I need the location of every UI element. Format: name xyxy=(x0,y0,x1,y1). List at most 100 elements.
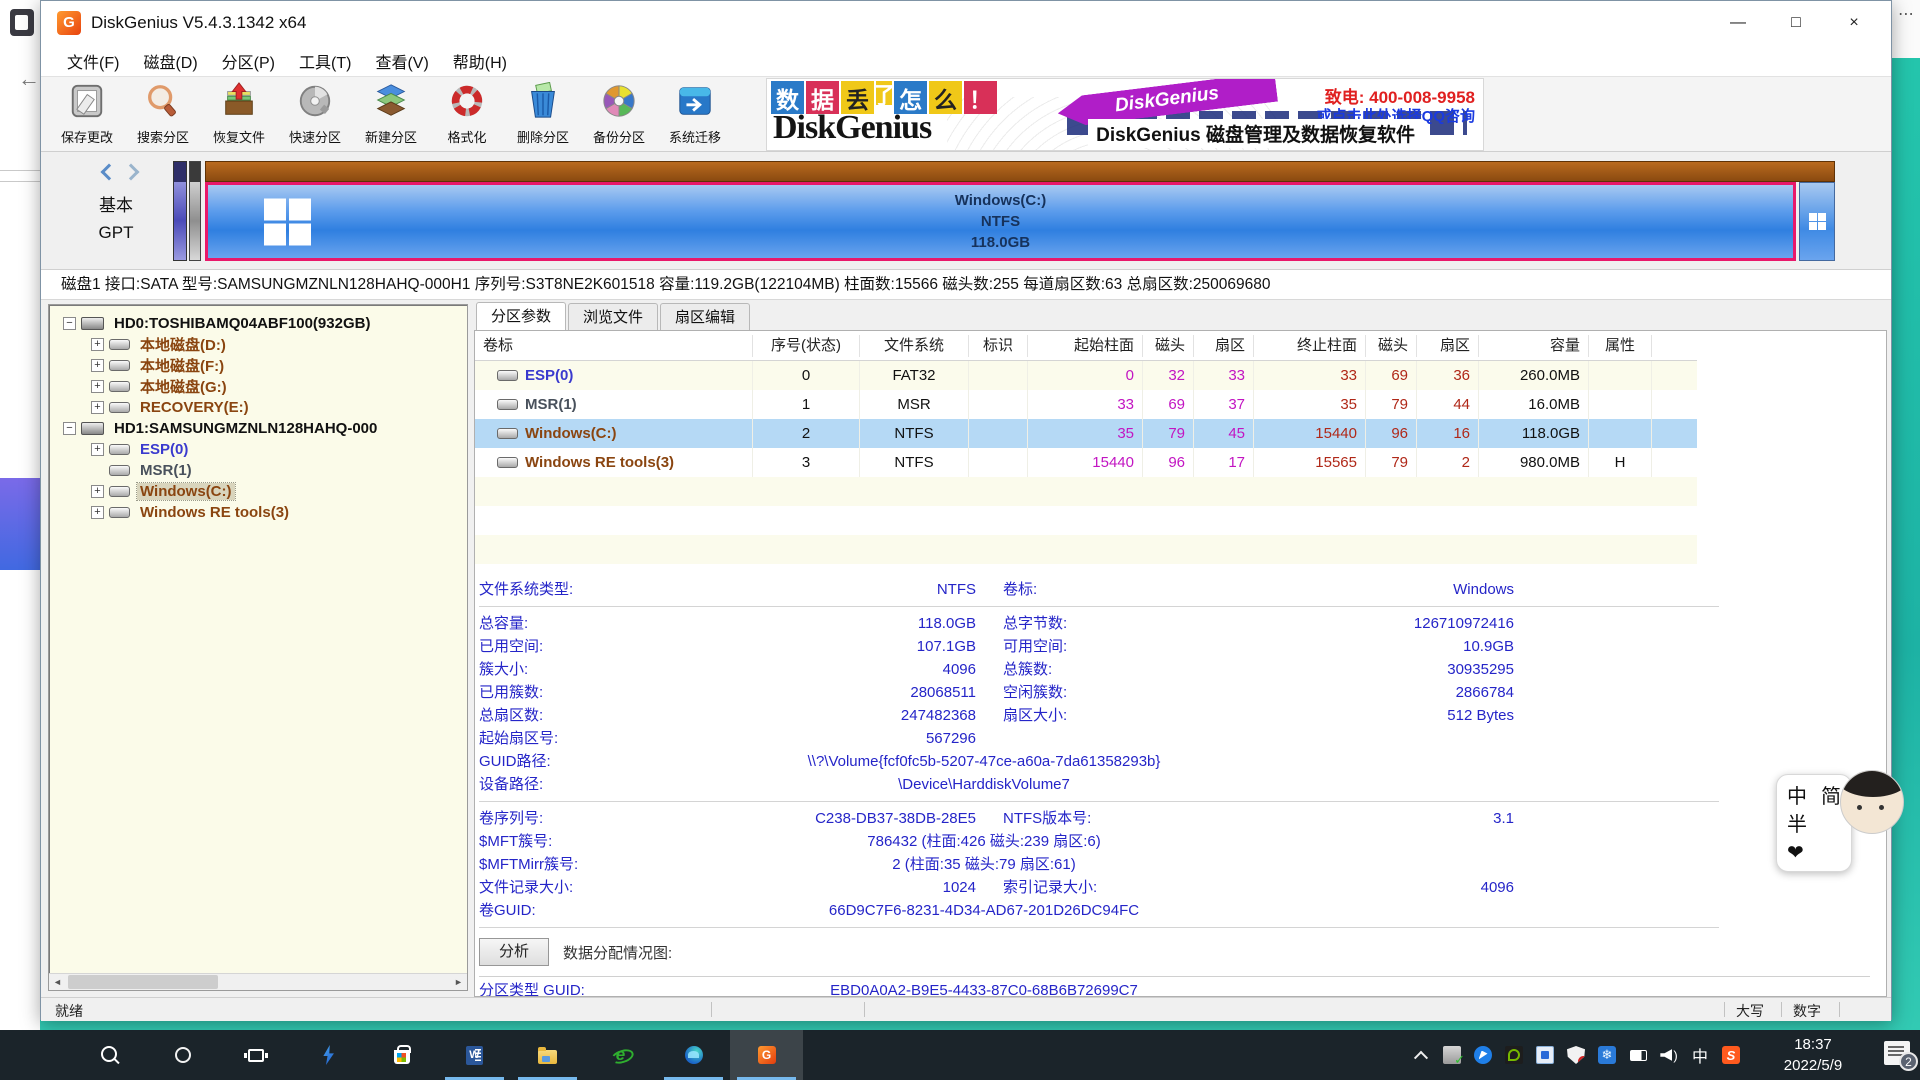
taskbar-clock[interactable]: 18:37 2022/5/9 xyxy=(1758,1034,1868,1076)
next-disk-arrow-icon[interactable] xyxy=(123,164,140,181)
partition-segment-esp[interactable] xyxy=(173,161,187,261)
prev-disk-arrow-icon[interactable] xyxy=(101,164,118,181)
backup-partition-button[interactable]: 备份分区 xyxy=(581,79,657,149)
menu-item[interactable]: 帮助(H) xyxy=(441,49,519,73)
ime-mode-simplified[interactable]: 简 xyxy=(1821,783,1841,811)
column-header[interactable]: 磁头 xyxy=(1366,335,1417,357)
column-header[interactable]: 序号(状态) xyxy=(753,335,860,357)
sogou-icon[interactable]: S xyxy=(1722,1046,1740,1064)
tree-item[interactable]: MSR(1) xyxy=(49,460,467,481)
column-header[interactable]: 容量 xyxy=(1479,335,1589,357)
scroll-right-icon[interactable]: ► xyxy=(450,974,467,990)
tree-item[interactable]: 本地磁盘(D:) xyxy=(49,334,467,355)
tree-horizontal-scrollbar[interactable]: ◄ ► xyxy=(49,973,467,990)
expand-toggle-icon[interactable] xyxy=(91,443,104,456)
app-store[interactable] xyxy=(365,1030,438,1080)
scrollbar-thumb[interactable] xyxy=(68,975,218,989)
maximize-button[interactable]: □ xyxy=(1767,1,1825,45)
recover-files-button[interactable]: 恢复文件 xyxy=(201,79,277,149)
table-row[interactable]: MSR(1) 1MSR 336937 357944 16.0MB xyxy=(475,390,1697,419)
volume-icon[interactable] xyxy=(1660,1046,1678,1064)
search-button[interactable] xyxy=(73,1030,146,1080)
partition-segment-re[interactable] xyxy=(1799,182,1835,261)
expand-toggle-icon[interactable] xyxy=(63,422,76,435)
column-header[interactable]: 起始柱面 xyxy=(1028,335,1143,357)
new-partition-button[interactable]: 新建分区 xyxy=(353,79,429,149)
menu-item[interactable]: 磁盘(D) xyxy=(131,49,209,73)
ime-mode-cn[interactable]: 中 xyxy=(1787,783,1807,811)
start-button[interactable] xyxy=(0,1030,73,1080)
tree-item[interactable]: Windows(C:) xyxy=(49,481,467,502)
ime-avatar[interactable] xyxy=(1840,770,1904,834)
task-view-button[interactable] xyxy=(219,1030,292,1080)
table-row[interactable]: Windows(C:) 2NTFS 357945 154409616 118.0… xyxy=(475,419,1697,448)
tree-item[interactable]: 本地磁盘(F:) xyxy=(49,355,467,376)
analyze-button[interactable]: 分析 xyxy=(479,938,549,966)
app-diskgenius[interactable] xyxy=(730,1030,803,1080)
action-center-icon[interactable]: 2 xyxy=(1884,1041,1910,1065)
ime-status-widget[interactable]: 中简 半 ❤ xyxy=(1776,774,1904,872)
expand-toggle-icon[interactable] xyxy=(91,485,104,498)
intel-graphics-icon[interactable] xyxy=(1536,1046,1554,1064)
column-header[interactable]: 文件系统 xyxy=(860,335,969,357)
expand-toggle-icon[interactable] xyxy=(91,338,104,351)
expand-toggle-icon[interactable] xyxy=(91,380,104,393)
snowflake-icon[interactable] xyxy=(1598,1046,1616,1064)
column-header[interactable]: 扇区 xyxy=(1417,335,1479,357)
column-header[interactable]: 卷标 xyxy=(475,335,753,357)
ime-heart-icon[interactable]: ❤ xyxy=(1787,842,1804,864)
table-row[interactable]: ESP(0) 0FAT32 03233 336936 260.0MB xyxy=(475,361,1697,390)
menu-item[interactable]: 文件(F) xyxy=(55,49,131,73)
system-migration-button[interactable]: 系统迁移 xyxy=(657,79,733,149)
bird-app-icon[interactable] xyxy=(1474,1046,1492,1064)
printer-ok-icon[interactable] xyxy=(1443,1046,1461,1064)
app-word[interactable] xyxy=(438,1030,511,1080)
tab[interactable]: 分区参数 xyxy=(476,302,566,331)
menu-item[interactable]: 查看(V) xyxy=(363,49,440,73)
expand-toggle-icon[interactable] xyxy=(63,317,76,330)
menu-item[interactable]: 工具(T) xyxy=(287,49,363,73)
partition-segment-windows-c[interactable]: Windows(C:) NTFS 118.0GB xyxy=(205,182,1796,261)
menubar: 文件(F)磁盘(D)分区(P)工具(T)查看(V)帮助(H) xyxy=(41,45,1891,76)
cortana-button[interactable] xyxy=(146,1030,219,1080)
security-alert-icon[interactable] xyxy=(1567,1046,1585,1064)
save-changes-button[interactable]: 保存更改 xyxy=(49,79,125,149)
tree-item[interactable]: ESP(0) xyxy=(49,439,467,460)
app-file-explorer[interactable] xyxy=(511,1030,584,1080)
tree-item[interactable]: RECOVERY(E:) xyxy=(49,397,467,418)
tree-item[interactable]: 本地磁盘(G:) xyxy=(49,376,467,397)
tree-item[interactable]: HD1:SAMSUNGMZNLN128HAHQ-000 xyxy=(49,418,467,439)
nvidia-icon[interactable] xyxy=(1505,1046,1523,1064)
ime-mode-halfwidth[interactable]: 半 xyxy=(1787,814,1807,836)
app-edge[interactable] xyxy=(657,1030,730,1080)
app-lightning[interactable] xyxy=(292,1030,365,1080)
column-header[interactable]: 扇区 xyxy=(1194,335,1254,357)
menu-item[interactable]: 分区(P) xyxy=(210,49,287,73)
close-button[interactable]: × xyxy=(1825,1,1883,45)
delete-partition-button[interactable]: 删除分区 xyxy=(505,79,581,149)
column-header[interactable]: 终止柱面 xyxy=(1254,335,1366,357)
tab[interactable]: 扇区编辑 xyxy=(660,303,750,330)
expand-toggle-icon[interactable] xyxy=(91,401,104,414)
expand-toggle-icon[interactable] xyxy=(91,359,104,372)
column-header[interactable]: 属性 xyxy=(1589,335,1652,357)
tab[interactable]: 浏览文件 xyxy=(568,303,658,330)
app-browser[interactable] xyxy=(584,1030,657,1080)
scroll-left-icon[interactable]: ◄ xyxy=(49,974,66,990)
column-header[interactable]: 磁头 xyxy=(1143,335,1194,357)
power-plug-icon[interactable] xyxy=(1629,1046,1647,1064)
table-row[interactable]: Windows RE tools(3) 3NTFS 154409617 1556… xyxy=(475,448,1697,477)
tree-item[interactable]: HD0:TOSHIBAMQ04ABF100(932GB) xyxy=(49,313,467,334)
format-button[interactable]: 格式化 xyxy=(429,79,505,149)
minimize-button[interactable]: — xyxy=(1709,1,1767,45)
tree-item[interactable]: Windows RE tools(3) xyxy=(49,502,467,523)
partition-segment-msr[interactable] xyxy=(189,161,201,261)
tray-expand-icon[interactable] xyxy=(1412,1046,1430,1064)
ad-banner[interactable]: 数据丢了怎么！ DiskGenius DiskGenius 致电: 400-00… xyxy=(766,78,1484,151)
ime-lang-icon[interactable]: 中 xyxy=(1691,1046,1709,1064)
quick-partition-button[interactable]: 快速分区 xyxy=(277,79,353,149)
expand-toggle-icon[interactable] xyxy=(91,506,104,519)
window-title: DiskGenius V5.4.3.1342 x64 xyxy=(91,13,306,33)
column-header[interactable]: 标识 xyxy=(969,335,1028,357)
search-partition-button[interactable]: 搜索分区 xyxy=(125,79,201,149)
